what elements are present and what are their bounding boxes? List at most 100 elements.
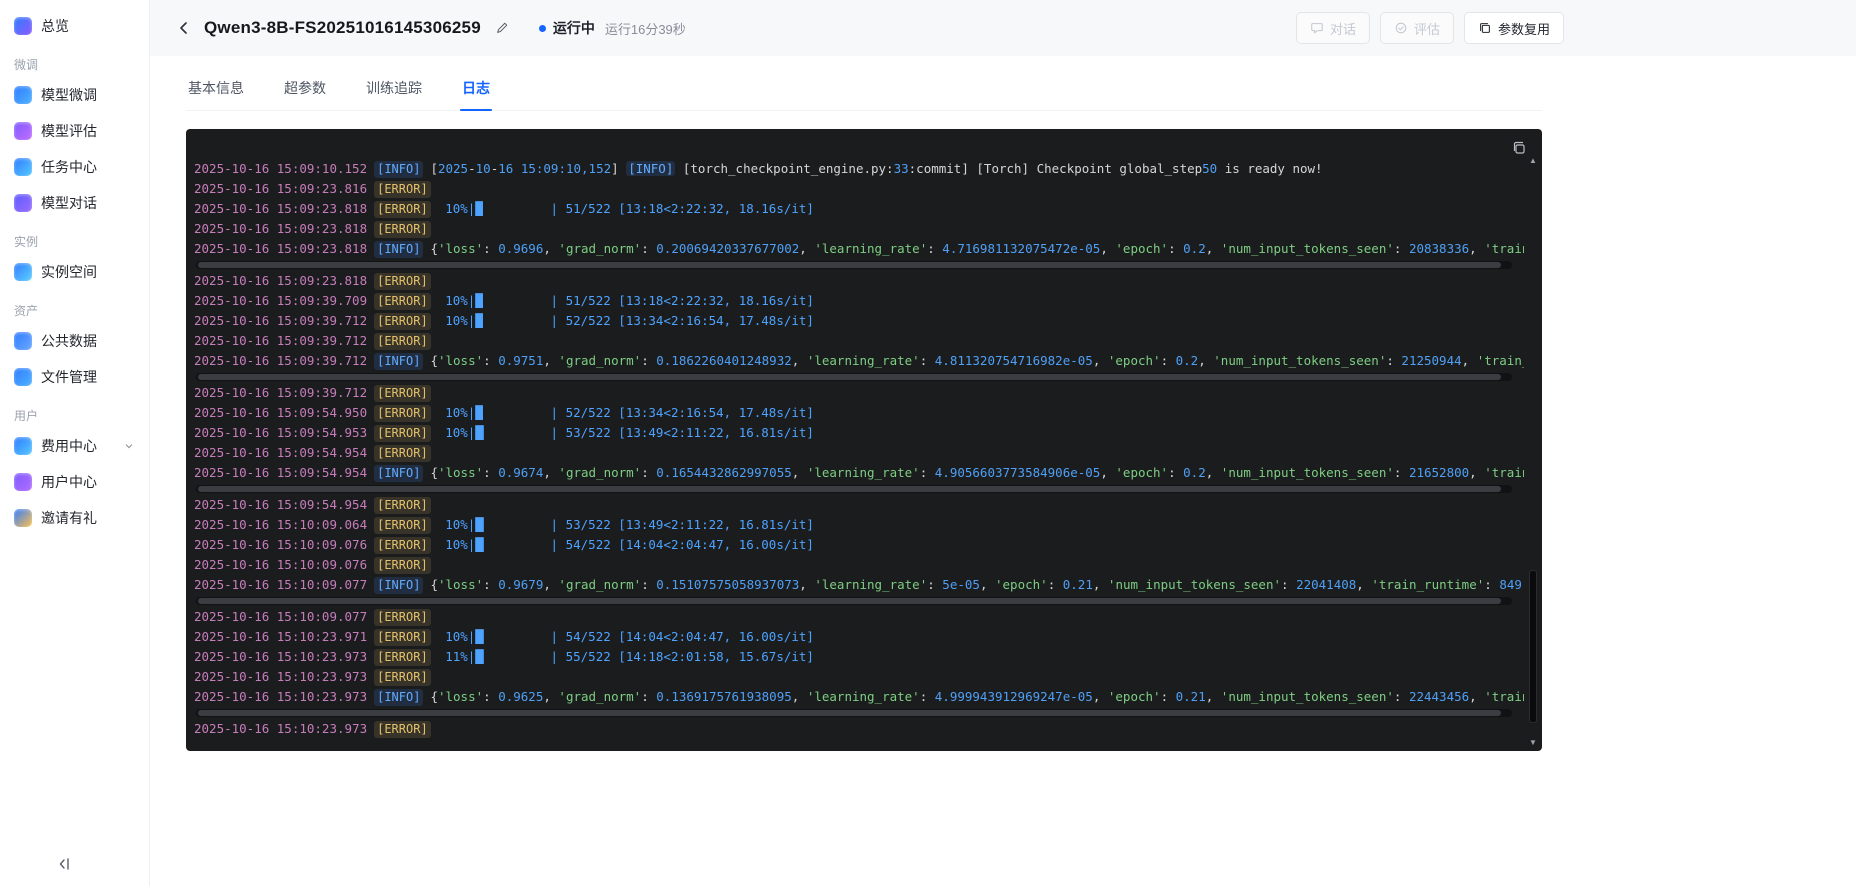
- log-line: 2025-10-16 15:09:54.954 [ERROR]: [194, 443, 1524, 463]
- chat-button[interactable]: 对话: [1295, 12, 1370, 44]
- tab-logs[interactable]: 日志: [460, 76, 492, 111]
- sidebar: 总览 微调 模型微调 模型评估 任务中心 模型对话 实例 实例空间 资产 公共数据 文件管理 用户 费用…: [0, 0, 150, 886]
- evaluate-button[interactable]: 评估: [1379, 12, 1454, 44]
- scrollbar-thumb[interactable]: [1529, 570, 1537, 724]
- sidebar-item-task-center[interactable]: 任务中心: [0, 149, 149, 185]
- log-timestamp: 2025-10-16 15:09:54.950: [194, 405, 368, 420]
- tab-train-trace[interactable]: 训练追踪: [364, 76, 424, 110]
- sidebar-item-overview[interactable]: 总览: [0, 8, 149, 44]
- page-header: Qwen3-8B-FS20251016145306259 运行中 运行16分39…: [150, 0, 1564, 56]
- param-reuse-button[interactable]: 参数复用: [1463, 12, 1564, 44]
- log-message: [438, 271, 1524, 291]
- log-line: 2025-10-16 15:09:54.953 [ERROR] 10%|█▏ | …: [194, 423, 1524, 443]
- log-level-badge: [ERROR]: [374, 180, 431, 198]
- log-message: [438, 607, 1524, 627]
- log-message: 10%|█▏ | 54/522 [14:04<2:04:47, 16.00s/i…: [438, 535, 1524, 555]
- log-line: 2025-10-16 15:10:23.973 [ERROR]: [194, 719, 1524, 739]
- log-message: 10%|█▏ | 53/522 [13:49<2:11:22, 16.81s/i…: [438, 515, 1524, 535]
- log-message: [438, 443, 1524, 463]
- horizontal-scrollbar-thumb[interactable]: [198, 486, 1501, 492]
- log-level-badge: [ERROR]: [374, 628, 431, 646]
- log-timestamp: 2025-10-16 15:10:23.973: [194, 669, 368, 684]
- log-line: 2025-10-16 15:09:23.818 [INFO] {'loss': 0.…: [194, 239, 1524, 259]
- log-message: 10%|█ | 52/522 [13:34<2:16:54, 17.48s/it…: [438, 403, 1524, 423]
- log-line: 2025-10-16 15:10:09.077 [ERROR]: [194, 607, 1524, 627]
- log-message: 10%|█ | 52/522 [13:34<2:16:54, 17.48s/it…: [438, 311, 1524, 331]
- copy-logs-button[interactable]: [1509, 138, 1529, 158]
- sidebar-item-label: 公共数据: [41, 333, 97, 349]
- log-timestamp: 2025-10-16 15:09:39.712: [194, 353, 368, 368]
- edit-title-icon[interactable]: [495, 21, 509, 35]
- sidebar-item-billing-center[interactable]: 费用中心: [0, 428, 149, 464]
- log-line: 2025-10-16 15:09:23.818 [ERROR] 10%|█ | 5…: [194, 199, 1524, 219]
- vertical-scrollbar[interactable]: ▲ ▼: [1527, 157, 1539, 747]
- log-timestamp: 2025-10-16 15:10:09.077: [194, 609, 368, 624]
- log-message: 10%|█ | 51/522 [13:18<2:22:32, 18.16s/it…: [438, 291, 1524, 311]
- log-timestamp: 2025-10-16 15:09:23.818: [194, 273, 368, 288]
- sidebar-item-model-finetune[interactable]: 模型微调: [0, 77, 149, 113]
- log-message: {'loss': 0.9674, 'grad_norm': 0.16544328…: [430, 465, 1524, 480]
- button-label: 参数复用: [1497, 21, 1550, 37]
- horizontal-scrollbar[interactable]: [196, 597, 1512, 605]
- sidebar-item-public-data[interactable]: 公共数据: [0, 323, 149, 359]
- sidebar-item-label: 模型评估: [41, 123, 97, 139]
- horizontal-scrollbar-thumb[interactable]: [198, 710, 1501, 716]
- log-line: 2025-10-16 15:09:23.816 [ERROR]: [194, 179, 1524, 199]
- sidebar-item-user-center[interactable]: 用户中心: [0, 464, 149, 500]
- horizontal-scrollbar[interactable]: [196, 261, 1512, 269]
- tabs: 基本信息 超参数 训练追踪 日志: [186, 76, 1542, 111]
- user-center-icon: [14, 473, 32, 491]
- log-timestamp: 2025-10-16 15:10:09.076: [194, 537, 368, 552]
- log-line: 2025-10-16 15:09:54.954 [INFO] {'loss': 0.…: [194, 463, 1524, 483]
- log-timestamp: 2025-10-16 15:09:39.712: [194, 313, 368, 328]
- progress-text: 10%|█▏ | 54/522 [14:04<2:04:47, 16.00s/i…: [437, 537, 814, 552]
- log-line: 2025-10-16 15:10:09.076 [ERROR]: [194, 555, 1524, 575]
- log-message: [438, 331, 1524, 351]
- scroll-up-arrow[interactable]: ▲: [1529, 157, 1537, 165]
- sidebar-item-invite[interactable]: 邀请有礼: [0, 500, 149, 536]
- log-message: 11%|█▏ | 55/522 [14:18<2:01:58, 15.67s/i…: [438, 647, 1524, 667]
- scroll-down-arrow[interactable]: ▼: [1529, 739, 1537, 747]
- tab-basic-info[interactable]: 基本信息: [186, 76, 246, 110]
- sidebar-item-label: 实例空间: [41, 264, 97, 280]
- log-level-badge: [ERROR]: [374, 720, 431, 738]
- back-button[interactable]: [172, 16, 196, 40]
- log-timestamp: 2025-10-16 15:10:09.064: [194, 517, 368, 532]
- log-lines[interactable]: 2025-10-16 15:09:10.152 [INFO] [2025-10-16…: [194, 159, 1524, 739]
- horizontal-scrollbar-thumb[interactable]: [198, 262, 1501, 268]
- log-level-badge: [ERROR]: [374, 424, 431, 442]
- log-level-badge: [INFO]: [374, 160, 424, 178]
- model-eval-icon: [14, 122, 32, 140]
- horizontal-scrollbar-thumb[interactable]: [198, 598, 1501, 604]
- log-level-badge: [ERROR]: [374, 496, 431, 514]
- sidebar-item-model-chat[interactable]: 模型对话: [0, 185, 149, 221]
- progress-text: 10%|█▏ | 53/522 [13:49<2:11:22, 16.81s/i…: [437, 425, 814, 440]
- log-line: 2025-10-16 15:10:23.971 [ERROR] 10%|█▏ | …: [194, 627, 1524, 647]
- chevron-down-icon: [123, 440, 135, 452]
- log-line: 2025-10-16 15:09:39.712 [INFO] {'loss': 0.…: [194, 351, 1524, 371]
- collapse-sidebar-icon[interactable]: [56, 856, 72, 872]
- tab-hyperparams[interactable]: 超参数: [282, 76, 328, 110]
- horizontal-scrollbar[interactable]: [196, 373, 1512, 381]
- log-message: [438, 495, 1524, 515]
- horizontal-scrollbar-thumb[interactable]: [198, 374, 1501, 380]
- log-line: 2025-10-16 15:09:39.712 [ERROR]: [194, 331, 1524, 351]
- sidebar-item-instance-space[interactable]: 实例空间: [0, 254, 149, 290]
- log-message: {'loss': 0.9751, 'grad_norm': 0.18622604…: [430, 353, 1524, 368]
- log-message: [438, 667, 1524, 687]
- chat-icon: [1310, 21, 1324, 35]
- overview-icon: [14, 17, 32, 35]
- button-label: 对话: [1329, 21, 1356, 37]
- sidebar-item-model-eval[interactable]: 模型评估: [0, 113, 149, 149]
- sidebar-item-file-manage[interactable]: 文件管理: [0, 359, 149, 395]
- header-actions: 对话 评估 参数复用: [1295, 12, 1564, 44]
- horizontal-scrollbar[interactable]: [196, 485, 1512, 493]
- log-timestamp: 2025-10-16 15:10:23.973: [194, 721, 368, 736]
- content-card: 基本信息 超参数 训练追踪 日志 2025-10-16 15:09:10.152 [IN…: [150, 56, 1856, 886]
- sidebar-item-label: 总览: [41, 18, 69, 34]
- file-manage-icon: [14, 368, 32, 386]
- sidebar-item-label: 模型对话: [41, 195, 97, 211]
- horizontal-scrollbar[interactable]: [196, 709, 1512, 717]
- log-line: 2025-10-16 15:09:54.954 [ERROR]: [194, 495, 1524, 515]
- log-line: 2025-10-16 15:10:23.973 [ERROR] 11%|█▏ | …: [194, 647, 1524, 667]
